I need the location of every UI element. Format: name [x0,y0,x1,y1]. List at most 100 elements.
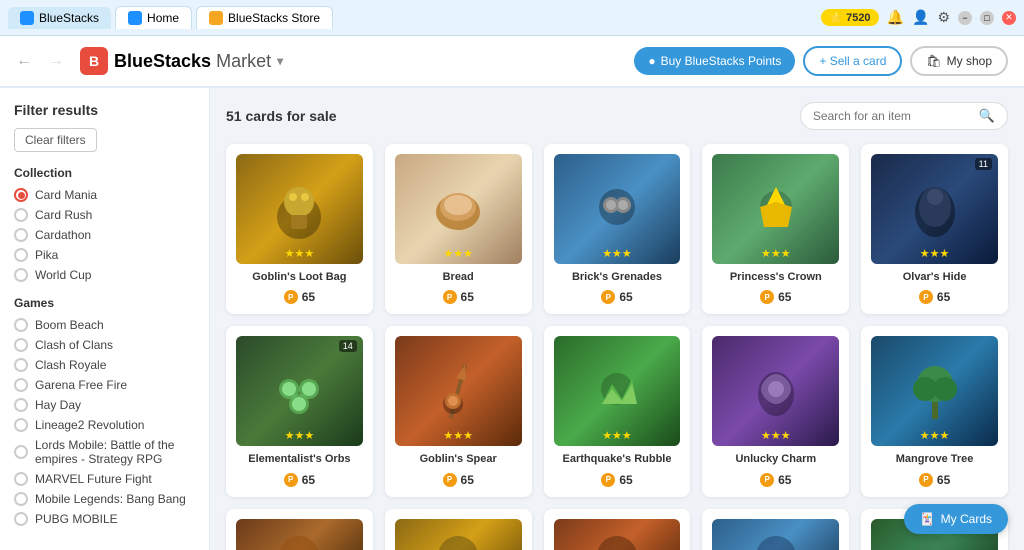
card-price-9: P 65 [760,473,791,487]
card-star-8: ★★★ [602,429,632,442]
tab-store[interactable]: BlueStacks Store [196,6,333,29]
card-item-princesss-crown[interactable]: ★★★ Princess's Crown P 65 [702,144,849,314]
card-image-14 [712,519,839,550]
card-item-olvars-hide[interactable]: 11 ★★★ Olvar's Hide P 65 [861,144,1008,314]
search-input[interactable] [813,109,973,123]
filter-mobile-legends[interactable]: Mobile Legends: Bang Bang [14,492,195,506]
cards-count: 51 cards for sale [226,108,337,124]
filter-clash-of-clans[interactable]: Clash of Clans [14,338,195,352]
card-item-partial-3[interactable] [544,509,691,550]
card-star-10: ★★★ [920,429,950,442]
back-button[interactable]: ← [16,52,32,70]
filter-pubg[interactable]: PUBG MOBILE [14,512,195,526]
filter-card-mania[interactable]: Card Mania [14,188,195,202]
bluestacks-logo-icon: B [80,47,108,75]
settings-icon[interactable]: ⚙ [937,9,950,26]
card-image-12 [395,519,522,550]
radio-clash-of-clans[interactable] [14,338,28,352]
filter-garena[interactable]: Garena Free Fire [14,378,195,392]
search-icon: 🔍 [979,108,995,124]
my-shop-button[interactable]: 🛍 My shop [910,46,1008,76]
card-star-9: ★★★ [761,429,791,442]
store-tab-icon [209,11,223,25]
card-image-13 [554,519,681,550]
radio-marvel[interactable] [14,472,28,486]
coin-icon-7: P [443,473,457,487]
radio-lords-mobile[interactable] [14,445,28,459]
radio-cardathon[interactable] [14,228,28,242]
app-logo: B BlueStacks Market ▾ [80,47,283,75]
minimize-button[interactable]: − [958,11,972,25]
filter-cardathon[interactable]: Cardathon [14,228,195,242]
card-item-bread[interactable]: ★★★ Bread P 65 [385,144,532,314]
card-name-4: Princess's Crown [730,270,822,284]
card-item-partial-1[interactable] [226,509,373,550]
card-name-7: Goblin's Spear [420,452,497,466]
forward-button[interactable]: → [48,52,64,70]
radio-hay-day[interactable] [14,398,28,412]
card-item-earthquakes-rubble[interactable]: ★★★ Earthquake's Rubble P 65 [544,326,691,496]
search-box[interactable]: 🔍 [800,102,1008,130]
filter-lineage2[interactable]: Lineage2 Revolution [14,418,195,432]
filter-hay-day[interactable]: Hay Day [14,398,195,412]
tab-home[interactable]: Home [115,6,192,29]
radio-garena[interactable] [14,378,28,392]
card-price-4: P 65 [760,290,791,304]
radio-boom-beach[interactable] [14,318,28,332]
nav-bar: ← → B BlueStacks Market ▾ ● Buy BlueStac… [0,36,1024,88]
card-image-6: 14 ★★★ [236,336,363,446]
card-item-bricks-grenades[interactable]: ★★★ Brick's Grenades P 65 [544,144,691,314]
card-name-5: Olvar's Hide [903,270,967,284]
card-item-partial-2[interactable] [385,509,532,550]
coin-icon-6: P [284,473,298,487]
radio-clash-royale[interactable] [14,358,28,372]
coin-icon-2: P [443,290,457,304]
card-item-elementalists-orbs[interactable]: 14 ★★★ Elementalist's Orbs P 65 [226,326,373,496]
radio-card-rush[interactable] [14,208,28,222]
card-grid: ★★★ Goblin's Loot Bag P 65 ★★★ Bread P 6… [226,144,1008,550]
card-item-goblins-loot-bag[interactable]: ★★★ Goblin's Loot Bag P 65 [226,144,373,314]
radio-mobile-legends[interactable] [14,492,28,506]
card-name-8: Earthquake's Rubble [563,452,672,466]
card-item-unlucky-charm[interactable]: ★★★ Unlucky Charm P 65 [702,326,849,496]
card-item-mangrove-tree[interactable]: ★★★ Mangrove Tree P 65 [861,326,1008,496]
buy-points-button[interactable]: ● Buy BlueStacks Points [634,47,795,75]
collection-filter-section: Collection Card Mania Card Rush Cardatho… [14,166,195,282]
radio-card-mania[interactable] [14,188,28,202]
profile-icon[interactable]: 👤 [912,9,929,26]
filter-card-rush[interactable]: Card Rush [14,208,195,222]
filter-pika[interactable]: Pika [14,248,195,262]
maximize-button[interactable]: □ [980,11,994,25]
card-image-11 [236,519,363,550]
filter-marvel[interactable]: MARVEL Future Fight [14,472,195,486]
card-star-5: ★★★ [920,247,950,260]
card-image-4: ★★★ [712,154,839,264]
card-star-2: ★★★ [443,247,473,260]
filter-world-cup[interactable]: World Cup [14,268,195,282]
card-price-6: P 65 [284,473,315,487]
nav-actions: ● Buy BlueStacks Points + Sell a card 🛍 … [634,46,1008,76]
my-cards-button[interactable]: 🃏 My Cards [904,504,1008,534]
sell-card-button[interactable]: + Sell a card [803,46,902,76]
points-value: 7520 [846,12,870,24]
radio-world-cup[interactable] [14,268,28,282]
shop-icon: 🛍 [926,54,941,68]
filter-clash-royale[interactable]: Clash Royale [14,358,195,372]
card-item-partial-4[interactable] [702,509,849,550]
tab-bluestacks[interactable]: BlueStacks [8,7,111,29]
filter-lords-mobile[interactable]: Lords Mobile: Battle of the empires - St… [14,438,195,466]
close-button[interactable]: ✕ [1002,11,1016,25]
card-price-7: P 65 [443,473,474,487]
main-layout: Filter results Clear filters Collection … [0,88,1024,550]
radio-pubg[interactable] [14,512,28,526]
coin-icon-3: P [601,290,615,304]
content-header: 51 cards for sale 🔍 [226,102,1008,130]
filter-boom-beach[interactable]: Boom Beach [14,318,195,332]
radio-pika[interactable] [14,248,28,262]
notification-icon[interactable]: 🔔 [887,9,904,26]
clear-filters-button[interactable]: Clear filters [14,128,97,152]
card-item-goblins-spear[interactable]: ★★★ Goblin's Spear P 65 [385,326,532,496]
content-area: 51 cards for sale 🔍 ★★★ Goblin's Loot Ba… [210,88,1024,550]
card-star-7: ★★★ [443,429,473,442]
radio-lineage2[interactable] [14,418,28,432]
